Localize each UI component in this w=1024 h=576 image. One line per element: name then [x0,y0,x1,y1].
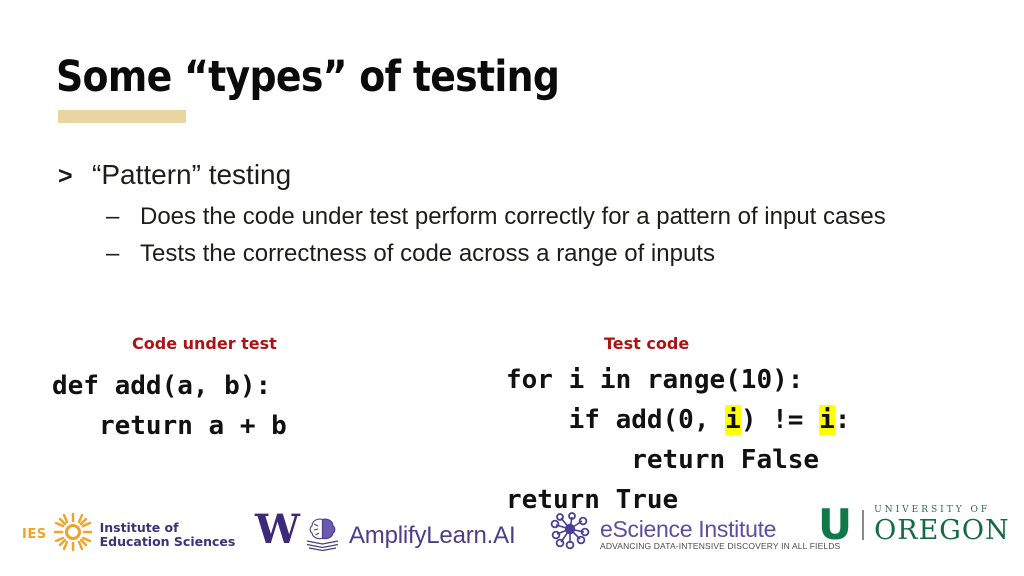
bullet-level2: – Tests the correctness of code across a… [106,238,968,269]
logo-university-of-oregon: U UNIVERSITY OF OREGON [818,504,1010,546]
code-under-test-block: def add(a, b): return a + b [52,366,287,446]
bullet-level1-label: “Pattern” testing [92,159,292,190]
footer-logo-bar: IES Institute of Education Sciences W Am… [0,498,1024,576]
ies-name-line2: Education Sciences [99,533,236,549]
dash-icon: – [106,240,120,267]
dash-icon: – [106,203,120,230]
logo-escience-institute: eScience Institute ADVANCING DATA-INTENS… [548,512,840,557]
code-line: return False [506,445,820,475]
ies-name-line1: Institute of [99,519,179,535]
amplifylearn-wordmark: AmplifyLearn.AI [349,521,516,549]
test-code-block: for i in range(10): if add(0, i) != i: r… [506,360,850,520]
sunburst-icon [53,512,93,557]
bullet-level2-label: Does the code under test perform correct… [140,203,886,230]
oregon-u-mark: U [818,500,853,549]
oregon-name: OREGON [874,515,1010,546]
code-fragment: : [834,405,851,435]
escience-wordmark: eScience Institute ADVANCING DATA-INTENS… [600,515,841,552]
bullet-level1: > “Pattern” testing [58,156,968,195]
logo-university-of-washington: W [255,510,300,550]
oregon-university-of: UNIVERSITY OF [874,505,991,515]
bullet-level2: – Does the code under test perform corre… [106,201,968,232]
code-fragment: ) != [740,405,820,435]
test-code-label: Test code [604,334,690,353]
bullet-sublist: – Does the code under test perform corre… [58,201,968,269]
code-line: for i in range(10): [506,365,804,395]
logo-ies: IES Institute of Education Sciences [22,512,235,557]
escience-tagline: ADVANCING DATA-INTENSIVE DISCOVERY IN AL… [600,540,841,551]
code-line: def add(a, b): [52,371,272,401]
highlighted-token: i [819,405,835,435]
code-line: if add(0, i) != i: [506,400,850,440]
divider [862,510,865,540]
title-accent-bar [58,110,186,123]
oregon-wordmark: UNIVERSITY OF OREGON [874,505,1010,546]
uw-w-mark: W [255,506,300,553]
ies-name: Institute of Education Sciences [99,519,236,549]
bullet-level2-label: Tests the correctness of code across a r… [140,240,715,267]
code-fragment: if add(0, [506,405,726,435]
page-title: Some “types” of testing [56,52,560,102]
chevron-right-icon: > [58,162,73,190]
code-under-test-label: Code under test [132,334,277,353]
ies-wordmark: IES [22,527,47,542]
highlighted-token: i [725,405,741,435]
escience-name: eScience Institute [600,515,777,542]
logo-amplifylearn-ai: AmplifyLearn.AI [303,514,516,557]
code-line: return a + b [52,411,287,441]
bullet-list: > “Pattern” testing – Does the code unde… [58,156,968,275]
node-graph-icon [548,512,594,557]
brain-book-icon [303,514,343,557]
